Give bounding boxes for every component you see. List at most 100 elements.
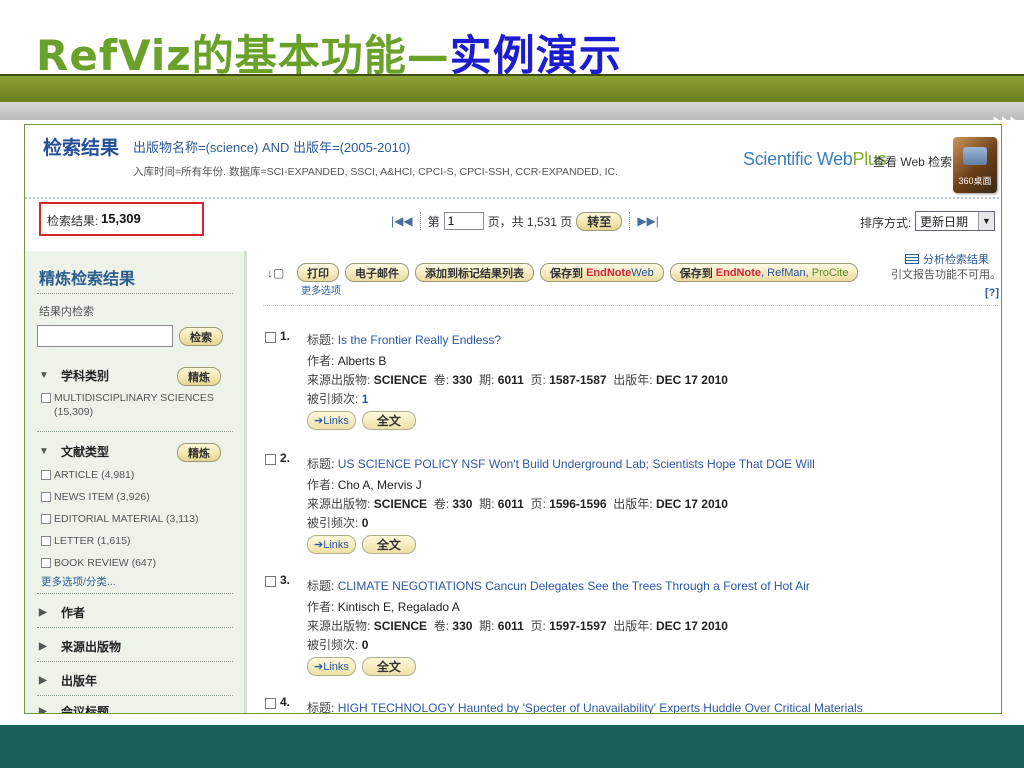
- results-toolbar: 打印 电子邮件 添加到标记结果列表 保存到 EndNote Web 保存到 End…: [297, 263, 859, 282]
- facet-subject-category[interactable]: ▼ 学科类别: [39, 367, 109, 384]
- links-button[interactable]: ➔ Links: [307, 411, 356, 430]
- more-options-link[interactable]: 更多选项/分类...: [41, 574, 116, 589]
- record-volume: 330: [452, 373, 473, 387]
- full-text-button[interactable]: 全文: [361, 535, 416, 554]
- facet-title: 出版年: [61, 674, 98, 688]
- refine-button[interactable]: 精炼: [177, 443, 221, 462]
- record-issue: 6011: [497, 373, 524, 387]
- record-journal: SCIENCE: [373, 373, 428, 387]
- facet-source[interactable]: ▶ 来源出版物: [39, 638, 121, 655]
- cited-label: 被引频次:: [307, 516, 359, 530]
- record-checkbox[interactable]: [265, 454, 276, 465]
- save-to-endnote-button[interactable]: 保存到 EndNote, RefMan, ProCite: [669, 263, 859, 282]
- facet-document-type[interactable]: ▼ 文献类型: [39, 443, 109, 460]
- print-button[interactable]: 打印: [297, 263, 339, 282]
- email-button[interactable]: 电子邮件: [345, 263, 409, 282]
- record-actions: ➔ Links 全文: [307, 535, 416, 554]
- procite-label: ProCite: [811, 266, 849, 279]
- issue-label: 期:: [479, 373, 495, 387]
- issue-label: 期:: [479, 497, 495, 511]
- record-title-link[interactable]: US SCIENCE POLICY NSF Won't Build Underg…: [338, 457, 815, 471]
- record-cited-count[interactable]: 1: [362, 392, 369, 406]
- help-link[interactable]: [?]: [985, 287, 999, 299]
- record-checkbox[interactable]: [265, 698, 276, 709]
- volume-label: 卷:: [433, 373, 450, 387]
- analyze-results-link[interactable]: 分析检索结果: [905, 251, 989, 267]
- record-number: 1.: [280, 329, 291, 343]
- facet-option-label: MULTIDISCIPLINARY SCIENCES (15,309): [54, 392, 214, 418]
- record-authors-line: 作者: Kintisch E, Regalado A: [307, 598, 460, 615]
- checkbox[interactable]: [41, 558, 51, 568]
- wos-screenshot: 检索结果 出版物名称=(science) AND 出版年=(2005-2010)…: [24, 124, 1002, 714]
- go-to-page-button[interactable]: 转至: [576, 211, 623, 231]
- record-volume: 330: [452, 497, 473, 511]
- checkbox[interactable]: [41, 536, 51, 546]
- facet-option[interactable]: BOOK REVIEW (647): [41, 556, 156, 570]
- record-issue: 6011: [497, 619, 524, 633]
- save-to-endnote-web-button[interactable]: 保存到 EndNote Web: [540, 263, 664, 282]
- full-text-button[interactable]: 全文: [361, 411, 416, 430]
- expand-triangle-icon: ▶: [39, 641, 47, 652]
- page-number-input[interactable]: [443, 212, 484, 230]
- facet-title: 会议标题: [61, 705, 110, 714]
- links-button[interactable]: ➔ Links: [307, 657, 356, 676]
- record-authors-line: 作者: Alberts B: [307, 352, 386, 369]
- citation-report-note: 引文报告功能不可用。: [891, 269, 1001, 281]
- facet-conference[interactable]: ▶ 会议标题: [39, 703, 110, 714]
- record-actions: ➔ Links 全文: [307, 657, 416, 676]
- record-issue: 6011: [497, 497, 524, 511]
- checkbox[interactable]: [41, 492, 51, 502]
- record-checkbox[interactable]: [265, 332, 276, 343]
- record-title-link[interactable]: Is the Frontier Really Endless?: [338, 333, 501, 347]
- record-pages: 1596-1596: [549, 497, 607, 511]
- more-options-link[interactable]: 更多选项: [301, 282, 341, 297]
- desktop-360-icon[interactable]: 360桌面: [953, 137, 997, 193]
- checkbox[interactable]: [41, 393, 51, 403]
- search-within-label: 结果内检索: [39, 306, 94, 318]
- facet-option-label: BOOK REVIEW (647): [54, 557, 157, 569]
- title-label: 标题:: [307, 457, 335, 471]
- select-arrow-icon[interactable]: ↓▢: [267, 266, 285, 282]
- facet-option-label: ARTICLE (4,981): [54, 469, 135, 481]
- search-within-button[interactable]: 检索: [179, 327, 223, 346]
- collapse-triangle-icon: ▼: [39, 370, 49, 381]
- record-title-link[interactable]: HIGH TECHNOLOGY Haunted by 'Specter of U…: [338, 701, 863, 713]
- record-title-link[interactable]: CLIMATE NEGOTIATIONS Cancun Delegates Se…: [338, 579, 810, 593]
- facet-option[interactable]: MULTIDISCIPLINARY SCIENCES (15,309): [41, 391, 224, 419]
- next-page-icon[interactable]: ▶▶|: [637, 214, 659, 228]
- expand-triangle-icon: ▶: [39, 607, 47, 618]
- facet-option[interactable]: EDITORIAL MATERIAL (3,113): [41, 512, 199, 526]
- search-within-input[interactable]: [37, 325, 173, 347]
- result-count-label: 检索结果:: [47, 214, 99, 228]
- result-record: 3. 标题: CLIMATE NEGOTIATIONS Cancun Deleg…: [265, 573, 995, 683]
- checkbox[interactable]: [41, 470, 51, 480]
- endnote-label: EndNote: [586, 266, 632, 279]
- add-to-marked-list-button[interactable]: 添加到标记结果列表: [415, 263, 534, 282]
- full-text-button[interactable]: 全文: [361, 657, 416, 676]
- view-web-search-link[interactable]: 查看 Web 检索: [873, 153, 952, 170]
- scientific-webplus-logo[interactable]: Scientific WebPlus: [743, 149, 887, 170]
- first-page-icon[interactable]: |◀◀: [391, 214, 413, 228]
- record-authors: Cho A, Mervis J: [337, 478, 422, 492]
- record-source-line: 来源出版物: SCIENCE 卷: 330 期: 6011 页: 1587-15…: [307, 371, 728, 388]
- sort-select[interactable]: 更新日期 ▼: [915, 211, 995, 231]
- links-button[interactable]: ➔ Links: [307, 535, 356, 554]
- checkbox[interactable]: [41, 514, 51, 524]
- refine-button[interactable]: 精炼: [177, 367, 221, 386]
- collapse-triangle-icon: ▼: [39, 446, 49, 457]
- chevron-down-icon: ▼: [978, 212, 994, 230]
- desktop-360-label: 360桌面: [958, 176, 992, 186]
- record-cited-count: 0: [361, 516, 369, 530]
- refman-label: , RefMan,: [761, 266, 809, 279]
- pages-label: 页:: [530, 373, 546, 387]
- record-title-line: 标题: HIGH TECHNOLOGY Haunted by 'Specter …: [307, 699, 863, 713]
- divider: [37, 695, 233, 696]
- facet-year[interactable]: ▶ 出版年: [39, 672, 97, 689]
- facet-option[interactable]: NEWS ITEM (3,926): [41, 490, 150, 504]
- record-checkbox[interactable]: [265, 576, 276, 587]
- sort-value: 更新日期: [920, 214, 969, 229]
- facet-option[interactable]: ARTICLE (4,981): [41, 468, 134, 482]
- facet-option[interactable]: LETTER (1,615): [41, 534, 130, 548]
- facet-author[interactable]: ▶ 作者: [39, 604, 85, 621]
- pages-label: 页:: [530, 619, 546, 633]
